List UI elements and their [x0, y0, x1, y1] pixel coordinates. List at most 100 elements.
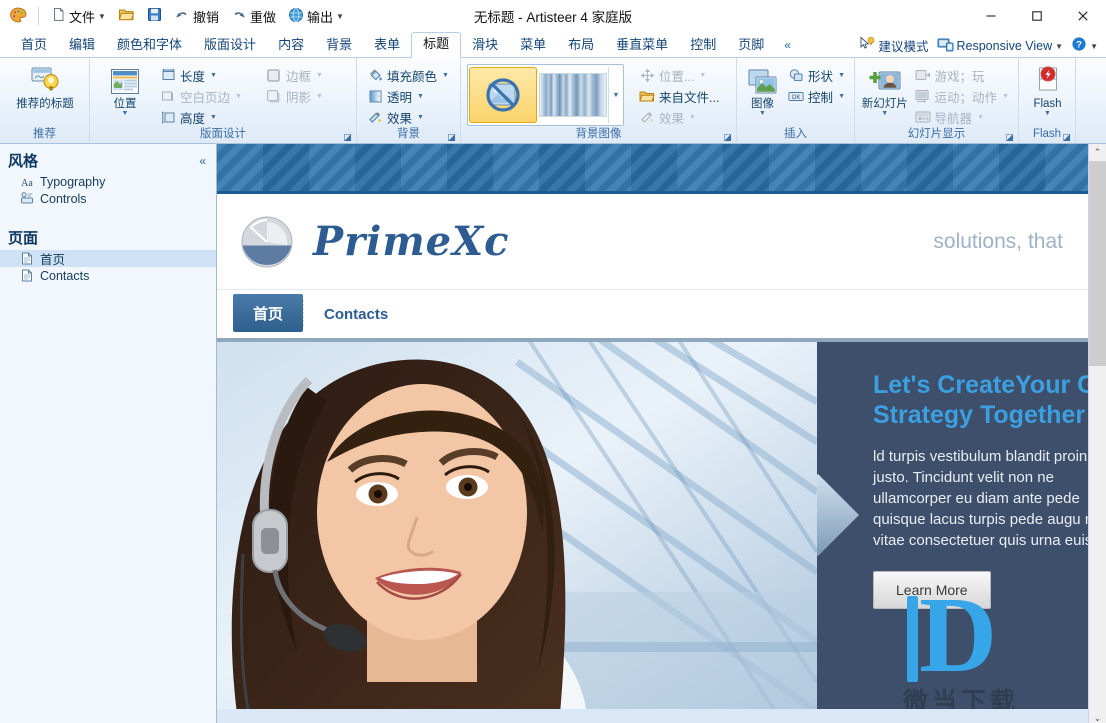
- qa-open-button[interactable]: [114, 4, 139, 28]
- shadow-button[interactable]: 阴影 ▼: [262, 86, 327, 106]
- qa-save-button[interactable]: [143, 4, 166, 28]
- tab-vertical-menu[interactable]: 垂直菜单: [605, 33, 679, 57]
- play-button[interactable]: 游戏；玩: [911, 65, 1013, 85]
- website-preview: PrimeXc solutions, that 首页 Contacts Let'…: [217, 144, 1091, 709]
- sidebar-item-controls[interactable]: Controls: [0, 190, 216, 207]
- sidebar-collapse-button[interactable]: «: [195, 154, 210, 168]
- tab-slider[interactable]: 滑块: [461, 33, 509, 57]
- qa-redo-button[interactable]: 重做: [227, 4, 280, 28]
- close-button[interactable]: [1060, 0, 1106, 32]
- gallery-more-button[interactable]: ▼: [608, 67, 623, 123]
- fill-color-button[interactable]: 填充颜色 ▼: [363, 65, 453, 85]
- svg-text:OK: OK: [792, 94, 801, 100]
- sidebar-item-contacts-page[interactable]: Contacts: [0, 267, 216, 284]
- motion-button[interactable]: 运动；动作 ▼: [911, 86, 1013, 106]
- insert-image-button[interactable]: 图像 ▼: [743, 63, 782, 117]
- tab-controls[interactable]: 控制: [679, 33, 727, 57]
- site-logo[interactable]: PrimeXc: [239, 214, 510, 270]
- shape-button[interactable]: 形状 ▼: [784, 65, 849, 85]
- nav-item-home[interactable]: 首页: [233, 294, 304, 332]
- transparency-button[interactable]: 透明 ▼: [363, 86, 453, 106]
- minimize-button[interactable]: [968, 0, 1014, 32]
- dialog-launcher-icon[interactable]: ◪: [343, 133, 352, 142]
- sidebar-section-title-pages: 页面: [8, 230, 39, 247]
- qa-file-button[interactable]: 文件 ▼: [47, 4, 110, 28]
- bg-position-button[interactable]: 位置... ▼: [635, 65, 723, 85]
- tab-footer[interactable]: 页脚: [727, 33, 775, 57]
- chevron-down-icon: ▼: [98, 12, 106, 21]
- dialog-launcher-icon[interactable]: ◪: [1062, 133, 1071, 142]
- margin-button[interactable]: 空白页边 ▼: [156, 86, 246, 106]
- undo-icon: [174, 8, 190, 25]
- artisteer-palette-icon[interactable]: [6, 6, 30, 26]
- tab-layout-design[interactable]: 版面设计: [193, 33, 267, 57]
- shape-label: 形状: [808, 69, 834, 84]
- tab-colors-fonts[interactable]: 颜色和字体: [106, 33, 193, 57]
- page-icon: [20, 269, 34, 283]
- dialog-launcher-icon[interactable]: ◪: [723, 133, 732, 142]
- sidebar-item-typography-label: Typography: [40, 174, 106, 189]
- vertical-scrollbar[interactable]: ⌃ ⌄: [1088, 144, 1106, 723]
- ribbon-group-flash: Flash ▼ Flash ◪: [1018, 58, 1075, 143]
- effects-label: 效果: [387, 111, 413, 126]
- group-title-slideshow-text: 幻灯片显示: [907, 128, 966, 140]
- sidebar-item-typography[interactable]: Aa Typography: [0, 173, 216, 190]
- suggested-header-button[interactable]: 推荐的标题: [6, 63, 84, 110]
- width-button[interactable]: 长度 ▼: [156, 65, 246, 85]
- sidebar-item-home-page[interactable]: 首页: [0, 250, 216, 267]
- scroll-down-button[interactable]: ⌄: [1089, 710, 1106, 723]
- qa-export-button[interactable]: 输出 ▼: [284, 4, 348, 28]
- suggest-mode-button[interactable]: 建议模式: [859, 36, 929, 55]
- tab-edit[interactable]: 编辑: [58, 33, 106, 57]
- vertical-scroll-thumb[interactable]: [1089, 161, 1106, 366]
- maximize-button[interactable]: [1014, 0, 1060, 32]
- tab-home[interactable]: 首页: [10, 33, 58, 57]
- layout-decor-controls: 边框 ▼ 阴影 ▼: [262, 63, 327, 106]
- control-button[interactable]: OK 控制 ▼: [784, 86, 849, 106]
- blue-stripe-tile[interactable]: [539, 67, 607, 123]
- blue-stripe-swatch: [539, 73, 607, 117]
- tab-forms[interactable]: 表单: [363, 33, 411, 57]
- height-button[interactable]: 高度 ▼: [156, 107, 246, 127]
- open-folder-icon: [118, 7, 135, 25]
- save-disk-icon: [147, 7, 162, 25]
- qa-file-label: 文件: [69, 9, 96, 25]
- chevron-down-icon: ▼: [417, 92, 424, 100]
- from-file-button[interactable]: 来自文件...: [635, 86, 723, 106]
- nav-item-contacts[interactable]: Contacts: [304, 290, 408, 338]
- tab-layout[interactable]: 布局: [557, 33, 605, 57]
- learn-more-button[interactable]: Learn More: [873, 571, 991, 609]
- motion-label: 运动；动作: [934, 90, 998, 105]
- bg-effects-button[interactable]: 效果 ▼: [635, 107, 723, 127]
- transparency-icon: [367, 88, 383, 104]
- flash-button[interactable]: Flash ▼: [1025, 63, 1070, 117]
- tab-header[interactable]: 标题: [411, 32, 462, 58]
- group-title-background: 背景 ◪: [357, 128, 460, 143]
- suggest-header-bulb-icon: [28, 65, 62, 97]
- control-ok-icon: OK: [788, 88, 804, 104]
- no-image-tile[interactable]: [469, 67, 537, 123]
- group-title-insert: 插入: [784, 128, 807, 140]
- dialog-launcher-icon[interactable]: ◪: [447, 133, 456, 142]
- tab-content[interactable]: 内容: [267, 33, 315, 57]
- new-slide-button[interactable]: 新幻灯片 ▼: [861, 63, 909, 117]
- logo-sphere-icon: [239, 214, 295, 270]
- new-file-icon: [51, 7, 66, 25]
- cursor-bulb-icon: [859, 36, 875, 55]
- background-image-gallery[interactable]: ▼: [467, 64, 624, 126]
- group-title-background-text: 背景: [397, 128, 420, 140]
- chevron-down-icon: ▼: [335, 12, 344, 21]
- help-button[interactable]: ? ▼: [1071, 36, 1098, 55]
- tab-menu[interactable]: 菜单: [509, 33, 557, 57]
- navigator-button[interactable]: 导航器 ▼: [911, 107, 1013, 127]
- scroll-up-button[interactable]: ⌃: [1089, 144, 1106, 161]
- ribbon-filler: [1075, 58, 1106, 143]
- tab-background[interactable]: 背景: [315, 33, 363, 57]
- tab-overflow-button[interactable]: «: [775, 33, 800, 57]
- dialog-launcher-icon[interactable]: ◪: [1005, 133, 1014, 142]
- effects-button[interactable]: 效果 ▼: [363, 107, 453, 127]
- responsive-view-button[interactable]: Responsive View ▼: [937, 37, 1063, 55]
- qa-undo-button[interactable]: 撤销: [170, 4, 223, 28]
- border-button[interactable]: 边框 ▼: [262, 65, 327, 85]
- position-button[interactable]: 位置 ▼: [96, 63, 154, 117]
